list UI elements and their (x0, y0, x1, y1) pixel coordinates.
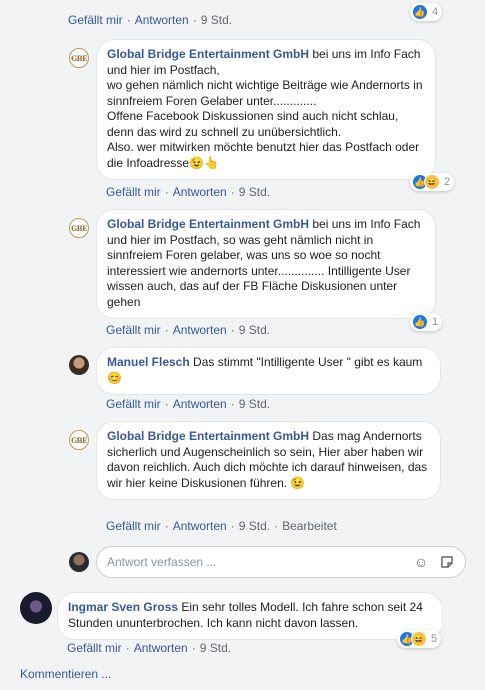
comment-author[interactable]: Global Bridge Entertainment GmbH (107, 217, 309, 231)
timestamp: 9 Std. (238, 323, 271, 337)
reaction-count: 2 (444, 176, 451, 188)
like-link[interactable]: Gefällt mir (106, 519, 161, 533)
write-comment-link[interactable]: Kommentieren ... (20, 667, 111, 681)
sticker-icon[interactable] (439, 554, 455, 570)
like-link[interactable]: Gefällt mir (106, 323, 161, 337)
comment-meta: Gefällt mir · Antworten · 9 Std. (106, 185, 271, 199)
haha-icon: 😆 (411, 631, 427, 647)
timestamp: 9 Std. (238, 519, 271, 533)
comment-meta: Gefällt mir · Antworten · 9 Std. (67, 641, 232, 655)
comment-meta: Gefällt mir · Antworten · 9 Std. (106, 323, 271, 337)
reply-link[interactable]: Antworten (173, 323, 227, 337)
comment-bubble: Ingmar Sven Gross Ein sehr tolles Modell… (57, 592, 443, 640)
comment-bubble: Global Bridge Entertainment GmbH Das mag… (96, 421, 441, 500)
reply-link[interactable]: Antworten (173, 519, 227, 533)
reply-input-box[interactable]: ☺ (96, 546, 466, 578)
like-icon: 👍 (412, 4, 428, 20)
reaction-summary[interactable]: 👍 1 (410, 313, 443, 331)
comment-bubble: Global Bridge Entertainment GmbH bei uns… (96, 209, 436, 319)
top-comment-meta: Gefällt mir · Antworten · 9 Std. (68, 13, 233, 27)
reply-link[interactable]: Antworten (173, 185, 227, 199)
haha-icon: 😆 (424, 174, 440, 190)
avatar[interactable] (69, 355, 89, 375)
user-avatar (69, 552, 89, 572)
timestamp: 9 Std. (199, 641, 232, 655)
like-icon: 👍 (412, 314, 428, 330)
comment-author[interactable]: Ingmar Sven Gross (68, 600, 178, 614)
avatar[interactable] (20, 592, 52, 624)
like-link[interactable]: Gefällt mir (67, 641, 122, 655)
reaction-summary[interactable]: 👍 😆 2 (410, 173, 455, 191)
like-link[interactable]: Gefällt mir (106, 397, 161, 411)
comment-bubble: Global Bridge Entertainment GmbH bei uns… (96, 39, 436, 180)
avatar[interactable]: GBE (69, 48, 89, 68)
comment-author[interactable]: Global Bridge Entertainment GmbH (107, 47, 309, 61)
comment-author[interactable]: Global Bridge Entertainment GmbH (107, 429, 309, 443)
comment-meta: Gefällt mir · Antworten · 9 Std. (106, 397, 271, 411)
avatar[interactable]: GBE (69, 430, 89, 450)
like-link[interactable]: Gefällt mir (68, 13, 123, 27)
comment-author[interactable]: Manuel Flesch (107, 355, 190, 369)
edited-label: Bearbeitet (282, 519, 337, 533)
timestamp: 9 Std. (238, 397, 271, 411)
like-link[interactable]: Gefällt mir (106, 185, 161, 199)
comment-bubble: Manuel Flesch Das stimmt "Intilligente U… (96, 347, 441, 395)
reply-input[interactable] (107, 555, 403, 569)
avatar[interactable]: GBE (69, 218, 89, 238)
reply-link[interactable]: Antworten (134, 641, 188, 655)
reply-link[interactable]: Antworten (135, 13, 189, 27)
timestamp: 9 Std. (200, 13, 233, 27)
emoji-icon[interactable]: ☺ (413, 554, 429, 570)
reaction-summary[interactable]: 👍 😆 5 (397, 630, 442, 648)
reaction-count: 5 (431, 633, 438, 645)
timestamp: 9 Std. (238, 185, 271, 199)
reply-link[interactable]: Antworten (173, 397, 227, 411)
reaction-count: 1 (432, 316, 439, 328)
comment-text: bei uns im Info Fach und hier im Postfac… (107, 47, 423, 170)
comment-meta: Gefällt mir · Antworten · 9 Std. · Bearbeitet (106, 519, 337, 533)
reaction-count: 4 (432, 6, 439, 18)
reaction-summary[interactable]: 👍 4 (410, 3, 443, 21)
